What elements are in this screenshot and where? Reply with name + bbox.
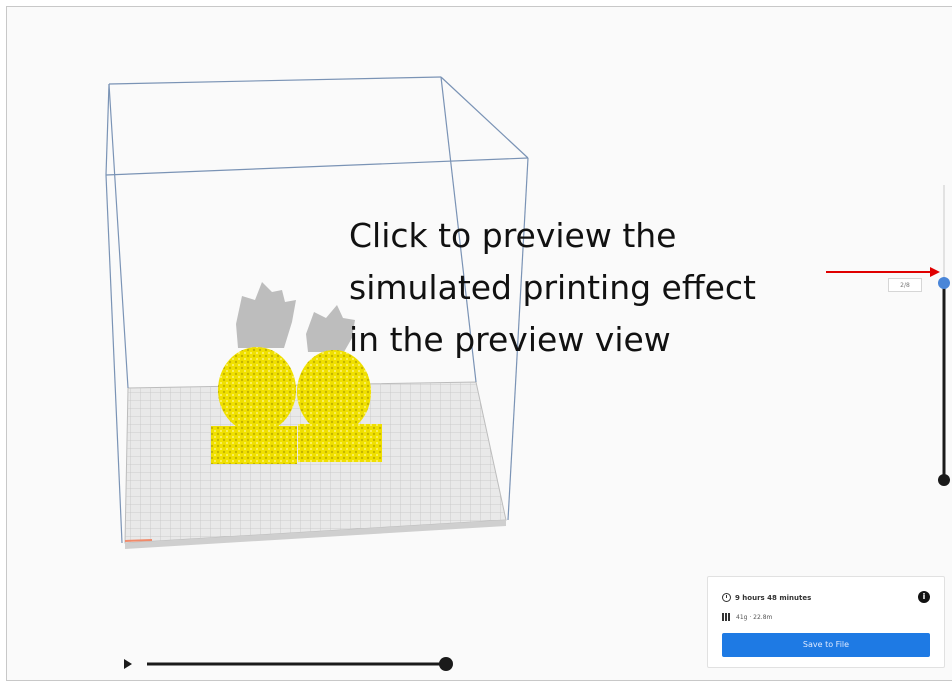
annotation-line-2: simulated printing effect xyxy=(349,268,756,307)
layer-slider-bottom-handle[interactable] xyxy=(938,474,950,486)
model-left[interactable] xyxy=(211,282,297,464)
tutorial-annotation: Click to preview the simulated printing … xyxy=(349,210,809,366)
clock-icon xyxy=(722,593,731,602)
material-row: 41g · 22.8m xyxy=(722,613,772,621)
annotation-line-1: Click to preview the xyxy=(349,216,677,255)
layer-slider[interactable] xyxy=(938,185,950,486)
print-time: 9 hours 48 minutes xyxy=(735,593,812,602)
annotation-arrow xyxy=(826,267,940,277)
spool-icon xyxy=(722,613,731,621)
layer-slider-top-handle[interactable] xyxy=(938,277,950,289)
print-estimate-panel: 9 hours 48 minutes i 41g · 22.8m Save to… xyxy=(707,576,945,668)
current-layer-label: 2/8 xyxy=(888,278,922,292)
print-time-row: 9 hours 48 minutes xyxy=(722,593,811,602)
annotation-line-3: in the preview view xyxy=(349,320,671,359)
material-usage: 41g · 22.8m xyxy=(736,613,773,621)
simulation-slider-handle[interactable] xyxy=(439,657,453,671)
simulation-slider[interactable] xyxy=(124,657,453,671)
play-icon[interactable] xyxy=(124,659,132,669)
save-to-file-button[interactable]: Save to File xyxy=(722,633,930,657)
info-icon[interactable]: i xyxy=(918,591,930,603)
